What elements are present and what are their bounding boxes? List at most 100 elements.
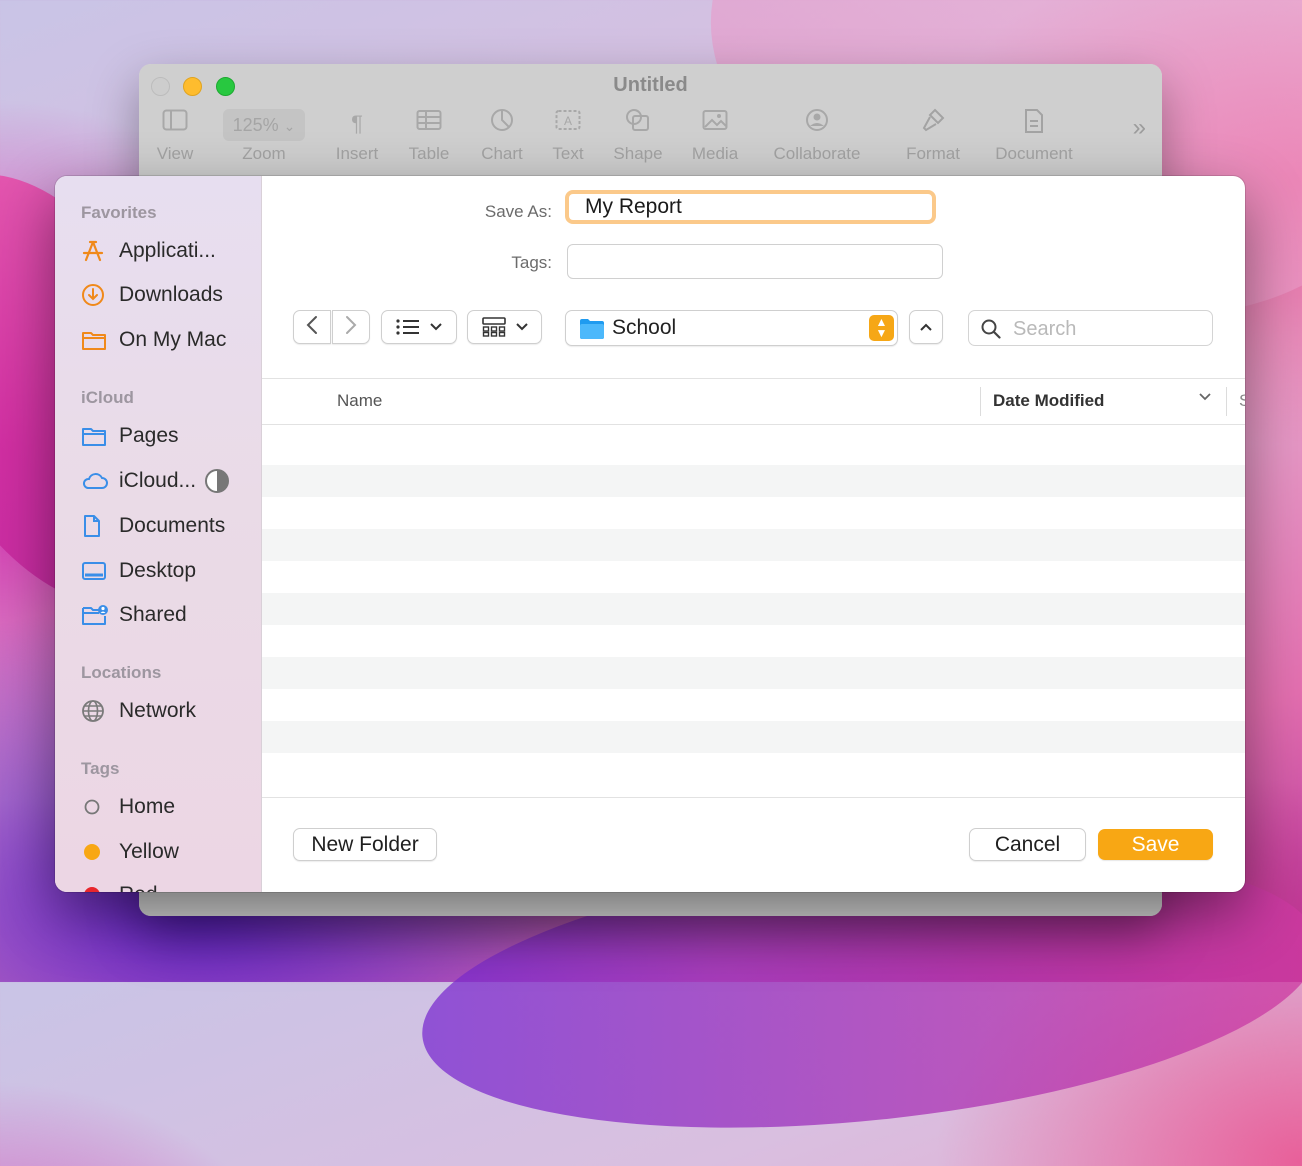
save-as-input[interactable]: [569, 194, 932, 220]
search-input[interactable]: [1011, 311, 1205, 347]
column-divider[interactable]: [980, 387, 981, 416]
sidebar-item-label: Downloads: [119, 283, 223, 306]
save-button[interactable]: Save: [1098, 829, 1213, 860]
sidebar-section-tags: Tags: [81, 759, 120, 778]
document-icon: [81, 513, 111, 539]
folder-icon: [81, 423, 111, 449]
list-row: [262, 465, 1245, 497]
shape-icon: [609, 108, 667, 140]
cancel-button[interactable]: Cancel: [969, 828, 1086, 861]
cloud-icon: [81, 468, 111, 494]
dialog-sidebar: Favorites Applicati... Downloads On My M…: [55, 176, 262, 892]
sidebar-item-pages[interactable]: Pages: [81, 421, 261, 451]
view-mode-list-popup[interactable]: [381, 310, 457, 344]
tags-label: Tags:: [511, 253, 552, 272]
downloads-icon: [81, 282, 111, 308]
sidebar-item-label: Desktop: [119, 559, 197, 582]
search-field[interactable]: [968, 310, 1213, 347]
list-row: [262, 561, 1245, 593]
new-folder-button[interactable]: New Folder: [293, 828, 437, 861]
toolbar-label: Table: [408, 144, 450, 163]
toolbar-label: Shape: [613, 144, 663, 163]
toolbar-label: Insert: [335, 144, 379, 163]
save-label: Save: [1131, 832, 1180, 856]
column-header-name[interactable]: Name: [337, 391, 382, 411]
forward-button[interactable]: [332, 310, 370, 344]
toolbar-view-button[interactable]: View: [153, 108, 197, 164]
toolbar-label: Zoom: [242, 144, 286, 163]
document-icon: [989, 108, 1079, 140]
list-view-icon: [396, 318, 420, 336]
list-row: [262, 721, 1245, 753]
list-row: [262, 625, 1245, 657]
file-list[interactable]: Name Date Modified S: [262, 378, 1245, 798]
sidebar-item-on-my-mac[interactable]: On My Mac: [81, 325, 261, 355]
grid-group-icon: [481, 317, 506, 337]
toolbar-insert-button[interactable]: ¶ Insert: [327, 108, 387, 164]
toolbar-table-button[interactable]: Table: [403, 108, 455, 164]
save-as-field[interactable]: [565, 190, 936, 224]
location-popup[interactable]: School ▲ ▼: [565, 310, 898, 346]
toolbar-format-button[interactable]: Format: [901, 108, 965, 164]
list-row: [262, 529, 1245, 561]
file-list-header: Name Date Modified S: [262, 379, 1245, 425]
sidebar-tag-home[interactable]: Home: [81, 792, 261, 822]
chevron-down-icon: [430, 323, 442, 331]
toolbar-label: Collaborate: [773, 144, 861, 163]
sidebar-item-applications[interactable]: Applicati...: [81, 236, 261, 266]
sidebar-icon: [153, 108, 197, 140]
popup-stepper-icon: ▲ ▼: [869, 315, 894, 341]
column-divider[interactable]: [1226, 387, 1227, 416]
save-as-label: Save As:: [484, 202, 552, 221]
desktop-icon: [81, 558, 111, 584]
toolbar-label: Media: [691, 144, 739, 163]
back-button[interactable]: [293, 310, 331, 344]
list-row: [262, 657, 1245, 689]
collapse-dialog-button[interactable]: [909, 310, 943, 344]
tag-dot-icon: [81, 839, 111, 865]
toolbar-label: View: [156, 144, 194, 163]
sidebar-item-label: Yellow: [119, 840, 179, 863]
sidebar-item-label: Network: [119, 699, 197, 722]
dialog-main: Save As: Tags:: [262, 176, 1245, 892]
toolbar-document-button[interactable]: Document: [989, 108, 1079, 164]
sidebar-tag-yellow[interactable]: Yellow: [81, 837, 261, 867]
cancel-label: Cancel: [994, 832, 1061, 856]
sidebar-item-documents[interactable]: Documents: [81, 511, 261, 541]
save-dialog: Favorites Applicati... Downloads On My M…: [55, 176, 1245, 892]
toolbar-label: Chart: [481, 144, 523, 163]
sidebar-item-icloud-drive[interactable]: iCloud...: [81, 466, 261, 496]
media-icon: [687, 108, 743, 140]
table-icon: [403, 108, 455, 140]
list-row: [262, 753, 1245, 785]
globe-icon: [81, 698, 111, 724]
paintbrush-icon: [901, 108, 965, 140]
location-label: School: [612, 316, 677, 339]
sidebar-item-downloads[interactable]: Downloads: [81, 280, 261, 310]
tags-field[interactable]: [567, 244, 943, 279]
toolbar-collaborate-button[interactable]: Collaborate: [765, 108, 869, 164]
sidebar-item-network[interactable]: Network: [81, 696, 261, 726]
search-icon: [981, 319, 1001, 344]
sidebar-item-shared[interactable]: Shared: [81, 600, 261, 630]
group-by-popup[interactable]: [467, 310, 542, 344]
list-row: [262, 497, 1245, 529]
folder-icon: [579, 318, 605, 345]
sidebar-item-label: Home: [119, 795, 176, 818]
column-header-size[interactable]: S: [1239, 391, 1245, 411]
toolbar-text-button[interactable]: A Text: [547, 108, 589, 164]
column-header-date-modified[interactable]: Date Modified: [993, 391, 1104, 411]
chevron-left-icon: [306, 315, 318, 340]
sort-chevron-icon: [1198, 389, 1212, 407]
toolbar-shape-button[interactable]: Shape: [609, 108, 667, 164]
chevron-down-icon: ⌄: [283, 118, 296, 134]
toolbar-chart-button[interactable]: Chart: [475, 108, 529, 164]
toolbar-overflow-icon[interactable]: »: [1133, 114, 1146, 142]
shared-folder-icon: [81, 602, 111, 628]
sidebar-item-desktop[interactable]: Desktop: [81, 556, 261, 586]
sidebar-tag-red[interactable]: Red: [81, 880, 261, 892]
chevron-right-icon: [345, 315, 357, 340]
collaborate-icon: [765, 108, 869, 140]
toolbar-zoom-popup[interactable]: 125% ⌄ Zoom: [215, 108, 313, 164]
toolbar-media-button[interactable]: Media: [687, 108, 743, 164]
